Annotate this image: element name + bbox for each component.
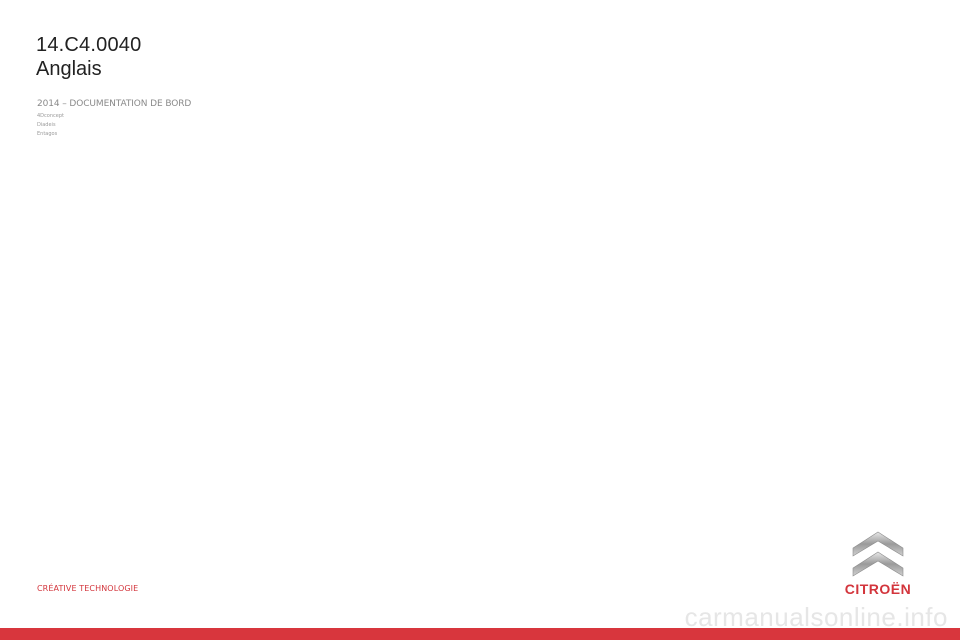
citroen-logo: CITROËN [832,528,924,604]
credit-item: Entagos [37,131,58,137]
document-code: 14.C4.0040 [36,34,142,56]
manual-cover-page: 14.C4.0040 Anglais 2014 – DOCUMENTATION … [0,0,960,640]
credits-list: 4Dconcept Diadeis Entagos [37,112,64,139]
double-chevron-icon [852,531,904,577]
document-language: Anglais [36,58,102,80]
footer-red-band [0,628,960,640]
credit-item: Diadeis [37,122,56,128]
document-header: 2014 – DOCUMENTATION DE BORD [37,99,192,109]
brand-tagline: CRÉATIVE TECHNOLOGIE [37,584,139,593]
credit-item: 4Dconcept [37,113,64,119]
brand-wordmark: CITROËN [844,581,912,597]
